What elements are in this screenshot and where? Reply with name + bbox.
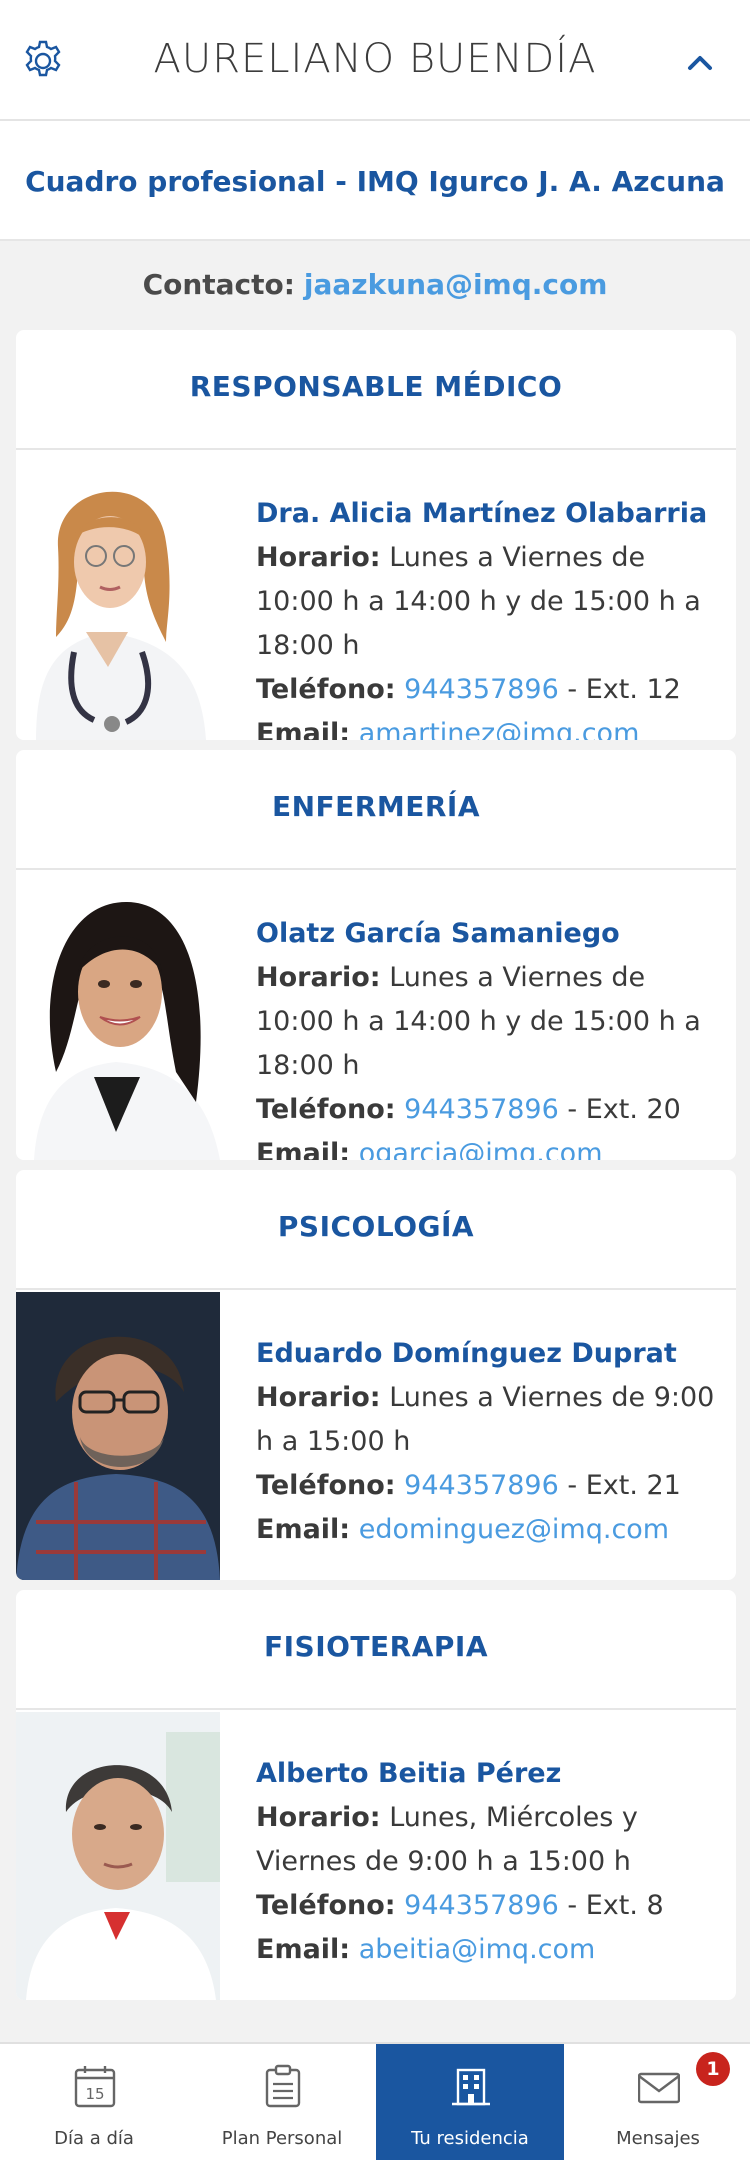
section-title: FISIOTERAPIA bbox=[264, 1630, 488, 1663]
phone-extension: - Ext. 21 bbox=[567, 1470, 681, 1501]
phone: Teléfono: 944357896 - Ext. 8 bbox=[256, 1884, 726, 1928]
page-title: Cuadro profesional - IMQ Igurco J. A. Az… bbox=[25, 165, 725, 198]
staff-card-nursing: ENFERMERÍA Olatz García Samaniego Horari… bbox=[16, 750, 736, 1160]
phone-label: Teléfono: bbox=[256, 1470, 396, 1501]
phone-extension: - Ext. 20 bbox=[567, 1094, 681, 1125]
card-header: RESPONSABLE MÉDICO bbox=[16, 330, 736, 450]
chevron-up-icon[interactable] bbox=[684, 50, 716, 74]
envelope-icon bbox=[638, 2072, 680, 2104]
calendar-day-number: 15 bbox=[85, 2085, 104, 2103]
email-label: Email: bbox=[256, 1514, 351, 1545]
contact-line: Contacto: jaazkuna@imq.com bbox=[0, 268, 750, 301]
top-bar: AURELIANO BUENDÍA bbox=[0, 0, 750, 121]
schedule-label: Horario: bbox=[256, 1382, 381, 1413]
phone: Teléfono: 944357896 - Ext. 20 bbox=[256, 1088, 726, 1132]
nav-label: Tu residencia bbox=[411, 2128, 529, 2149]
phone-extension: - Ext. 12 bbox=[567, 674, 681, 705]
email-link[interactable]: edominguez@imq.com bbox=[359, 1514, 669, 1545]
bottom-nav: 15 Día a día Plan Personal Tu residencia bbox=[0, 2042, 750, 2160]
card-header: PSICOLOGÍA bbox=[16, 1170, 736, 1290]
card-header: FISIOTERAPIA bbox=[16, 1590, 736, 1710]
schedule: Horario: Lunes, Miércoles y Viernes de 9… bbox=[256, 1796, 726, 1884]
building-icon bbox=[452, 2068, 490, 2106]
staff-info: Olatz García Samaniego Horario: Lunes a … bbox=[256, 912, 726, 1160]
schedule-label: Horario: bbox=[256, 1802, 381, 1833]
phone-label: Teléfono: bbox=[256, 1094, 396, 1125]
staff-name: Olatz García Samaniego bbox=[256, 918, 620, 949]
section-title: ENFERMERÍA bbox=[271, 790, 480, 823]
staff-card-psychology: PSICOLOGÍA Eduardo Domínguez Duprat Hora… bbox=[16, 1170, 736, 1580]
email: Email: ogarcia@imq.com bbox=[256, 1132, 726, 1160]
nav-label: Plan Personal bbox=[221, 2128, 343, 2149]
nav-label: Mensajes bbox=[616, 2128, 700, 2149]
email-label: Email: bbox=[256, 1934, 351, 1965]
phone-link[interactable]: 944357896 bbox=[404, 1470, 559, 1501]
schedule: Horario: Lunes a Viernes de 10:00 h a 14… bbox=[256, 536, 726, 668]
schedule: Horario: Lunes a Viernes de 9:00 h a 15:… bbox=[256, 1376, 726, 1464]
section-title: RESPONSABLE MÉDICO bbox=[189, 370, 563, 403]
email-link[interactable]: amartinez@imq.com bbox=[359, 718, 640, 740]
staff-name: Alberto Beitia Pérez bbox=[256, 1758, 562, 1789]
clipboard-icon bbox=[265, 2064, 301, 2108]
unread-messages-badge: 1 bbox=[696, 2052, 730, 2086]
schedule-label: Horario: bbox=[256, 542, 381, 573]
email: Email: edominguez@imq.com bbox=[256, 1508, 726, 1552]
schedule: Horario: Lunes a Viernes de 10:00 h a 14… bbox=[256, 956, 726, 1088]
email: Email: abeitia@imq.com bbox=[256, 1928, 726, 1972]
email: Email: amartinez@imq.com bbox=[256, 712, 726, 740]
email-link[interactable]: abeitia@imq.com bbox=[359, 1934, 596, 1965]
phone-link[interactable]: 944357896 bbox=[404, 674, 559, 705]
staff-card-medical: RESPONSABLE MÉDICO Dra. Alicia Martínez … bbox=[16, 330, 736, 740]
staff-photo bbox=[16, 452, 220, 740]
phone-link[interactable]: 944357896 bbox=[404, 1094, 559, 1125]
email-link[interactable]: ogarcia@imq.com bbox=[359, 1138, 603, 1160]
card-header: ENFERMERÍA bbox=[16, 750, 736, 870]
section-title: PSICOLOGÍA bbox=[277, 1210, 475, 1243]
staff-info: Alberto Beitia Pérez Horario: Lunes, Mié… bbox=[256, 1752, 726, 1972]
section-header: Cuadro profesional - IMQ Igurco J. A. Az… bbox=[0, 121, 750, 241]
nav-tab-tu-residencia[interactable]: Tu residencia bbox=[376, 2044, 564, 2160]
staff-info: Dra. Alicia Martínez Olabarria Horario: … bbox=[256, 492, 726, 740]
staff-photo bbox=[16, 872, 220, 1160]
user-name: AURELIANO BUENDÍA bbox=[153, 36, 597, 82]
phone-extension: - Ext. 8 bbox=[567, 1890, 664, 1921]
staff-photo bbox=[16, 1292, 220, 1580]
staff-photo bbox=[16, 1712, 220, 2000]
schedule-label: Horario: bbox=[256, 962, 381, 993]
email-label: Email: bbox=[256, 718, 351, 740]
phone: Teléfono: 944357896 - Ext. 12 bbox=[256, 668, 726, 712]
contact-email-link[interactable]: jaazkuna@imq.com bbox=[304, 268, 608, 301]
nav-tab-plan-personal[interactable]: Plan Personal bbox=[188, 2044, 376, 2160]
phone: Teléfono: 944357896 - Ext. 21 bbox=[256, 1464, 726, 1508]
staff-card-physiotherapy: FISIOTERAPIA Alberto Beitia Pérez Horari… bbox=[16, 1590, 736, 2000]
contact-label: Contacto: bbox=[142, 268, 295, 301]
nav-tab-dia-a-dia[interactable]: 15 Día a día bbox=[0, 2044, 188, 2160]
email-label: Email: bbox=[256, 1138, 351, 1160]
staff-name: Eduardo Domínguez Duprat bbox=[256, 1338, 677, 1369]
staff-info: Eduardo Domínguez Duprat Horario: Lunes … bbox=[256, 1332, 726, 1552]
phone-link[interactable]: 944357896 bbox=[404, 1890, 559, 1921]
phone-label: Teléfono: bbox=[256, 674, 396, 705]
phone-label: Teléfono: bbox=[256, 1890, 396, 1921]
staff-name: Dra. Alicia Martínez Olabarria bbox=[256, 498, 708, 529]
calendar-icon: 15 bbox=[74, 2066, 116, 2108]
nav-label: Día a día bbox=[54, 2128, 134, 2149]
